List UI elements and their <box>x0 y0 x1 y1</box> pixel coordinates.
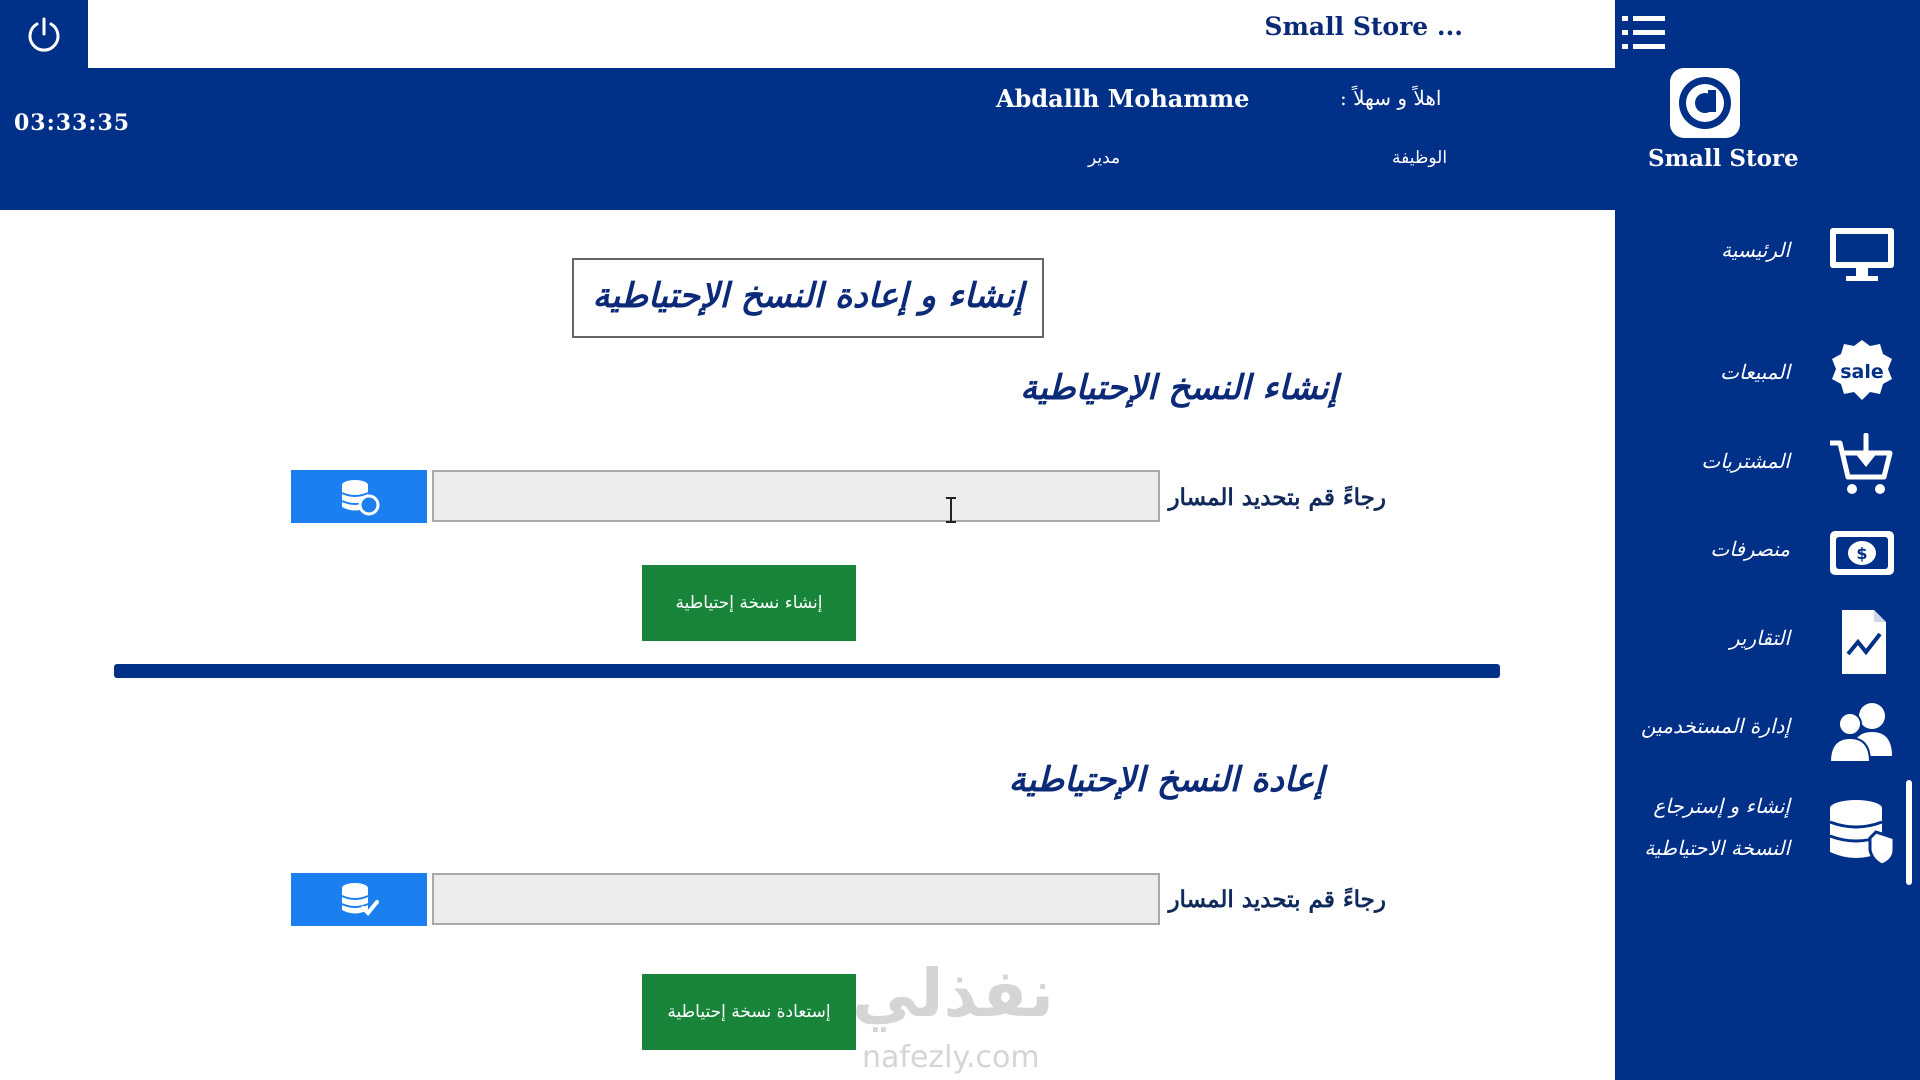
sidebar-item-label: التقارير <box>1729 626 1790 650</box>
active-menu-indicator <box>1906 780 1912 885</box>
username: Abdallh Mohamme <box>996 84 1250 113</box>
restore-section-title: إعادة النسخ الإحتياطية <box>1008 760 1324 800</box>
sale-badge-icon: sale <box>1832 340 1892 400</box>
sidebar-item-reports[interactable]: التقارير <box>1615 600 1920 684</box>
job-value: مدير <box>1088 148 1121 168</box>
monitor-icon <box>1830 228 1894 281</box>
page-title: إنشاء و إعادة النسخ الإحتياطية <box>592 276 1024 316</box>
sidebar-item-expenses[interactable]: منصرفات $ <box>1615 513 1920 597</box>
sidebar-item-purchases[interactable]: المشتريات <box>1615 425 1920 509</box>
database-shield-icon <box>1829 800 1896 866</box>
power-area <box>0 0 88 68</box>
clock: 03:33:35 <box>14 110 131 136</box>
sidebar-item-label: المبيعات <box>1720 360 1790 384</box>
database-sync-icon <box>341 479 380 515</box>
sidebar-item-label-line2: النسخة الاحتياطية <box>1644 836 1790 860</box>
page-title-box: إنشاء و إعادة النسخ الإحتياطية <box>572 258 1044 338</box>
report-chart-icon <box>1842 610 1886 674</box>
sidebar-item-label: المشتريات <box>1701 449 1790 473</box>
watermark-arabic: نفذلي <box>852 955 1054 1032</box>
sidebar-item-label-line1: إنشاء و إسترجاع <box>1653 794 1790 818</box>
store-logo-icon <box>1670 68 1740 138</box>
svg-text:$: $ <box>1856 544 1867 563</box>
users-icon <box>1828 703 1892 763</box>
watermark-url: nafezly.com <box>862 1040 1040 1075</box>
power-icon[interactable] <box>24 15 64 55</box>
sidebar-item-user-management[interactable]: إدارة المستخدمين <box>1615 690 1920 774</box>
sidebar-item-home[interactable]: الرئيسية <box>1615 210 1920 294</box>
sidebar-item-backup[interactable]: إنشاء و إسترجاع النسخة الاحتياطية <box>1615 784 1920 884</box>
sidebar-item-label: الرئيسية <box>1721 238 1790 262</box>
svg-text:sale: sale <box>1840 361 1884 383</box>
restore-browse-button[interactable] <box>291 873 427 926</box>
backup-path-label: رجاءً قم بتحديد المسار <box>1168 484 1386 511</box>
cart-icon <box>1830 433 1893 494</box>
text-cursor-icon <box>946 497 956 523</box>
job-label: الوظيفة <box>1392 148 1448 168</box>
restore-backup-button[interactable]: إستعادة نسخة إحتياطية <box>642 974 856 1050</box>
brand-name: Small Store <box>1648 145 1799 172</box>
database-check-icon <box>341 882 379 916</box>
restore-path-field[interactable] <box>432 873 1160 925</box>
backup-browse-button[interactable] <box>291 470 427 523</box>
restore-path-label: رجاءً قم بتحديد المسار <box>1168 886 1386 913</box>
section-divider <box>114 664 1500 678</box>
app-title: Small Store ... <box>1264 12 1463 41</box>
backup-path-field[interactable] <box>432 470 1160 522</box>
sidebar-item-label: منصرفات <box>1710 537 1790 561</box>
hamburger-menu-icon[interactable] <box>1620 12 1668 56</box>
backup-section-title: إنشاء النسخ الإحتياطية <box>1020 368 1338 408</box>
sidebar-item-sales[interactable]: المبيعات sale <box>1615 330 1920 414</box>
welcome-label: اهلاً و سهلاً : <box>1340 86 1442 110</box>
create-backup-button[interactable]: إنشاء نسخة إحتياطية <box>642 565 856 641</box>
sidebar-item-label: إدارة المستخدمين <box>1641 714 1790 738</box>
cash-icon: $ <box>1830 531 1894 575</box>
